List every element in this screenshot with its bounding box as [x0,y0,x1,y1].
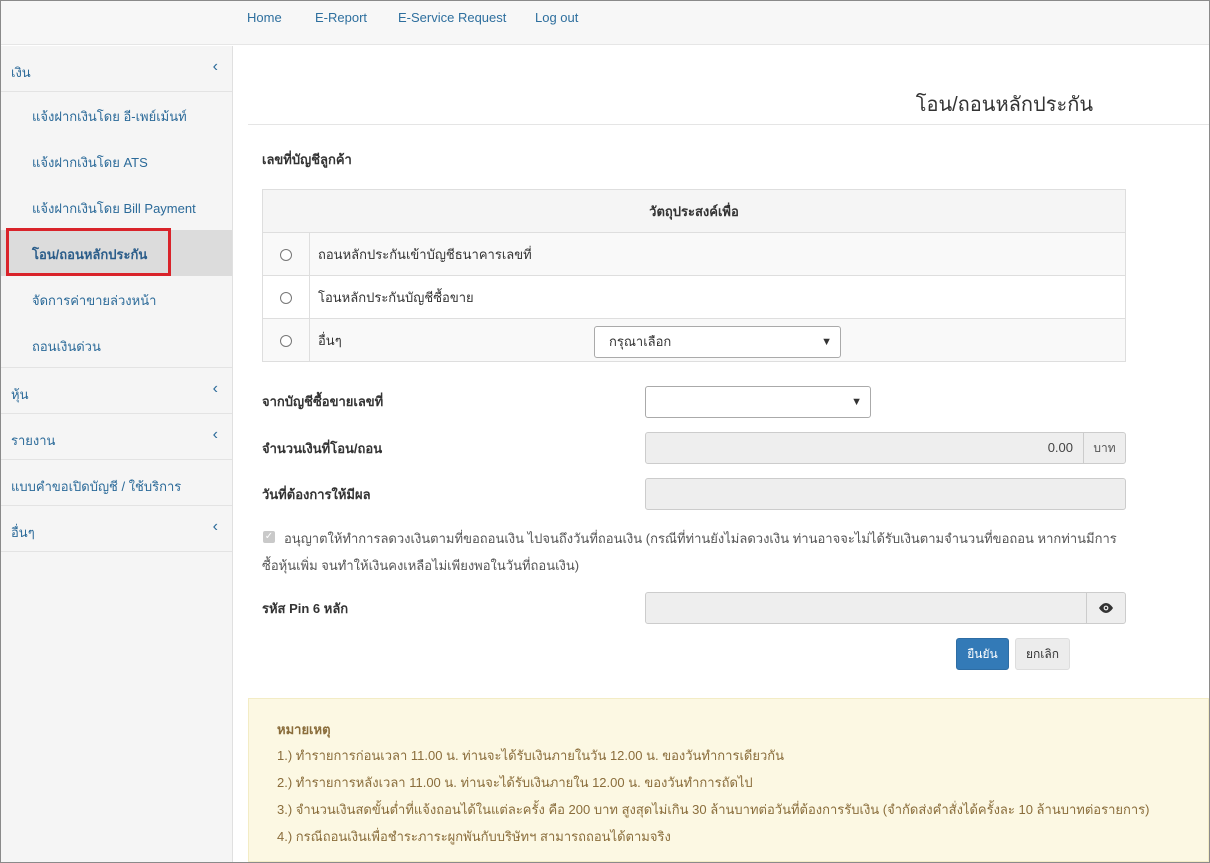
sidebar-item-advance-sale[interactable]: จัดการค่าขายล่วงหน้า [1,276,232,322]
sidebar-item-label: จัดการค่าขายล่วงหน้า [32,293,157,308]
purpose-option-label: โอนหลักประกันบัญชีซื้อขาย [309,275,1126,319]
sidebar-item-label: ถอนเงินด่วน [32,339,101,354]
sidebar-group-account-request[interactable]: แบบคำขอเปิดบัญชี / ใช้บริการ [1,460,232,506]
eye-icon[interactable] [1086,592,1126,624]
chevron-down-icon: ▼ [851,396,862,408]
sidebar-group-others[interactable]: อื่นๆ ‹ [1,506,232,552]
title-divider [248,124,1209,125]
highlight-box [6,228,171,276]
sidebar-group-money[interactable]: เงิน ‹ [1,46,232,92]
purpose-radio-transfer-account[interactable] [280,292,292,305]
purpose-table-header: วัตถุประสงค์เพื่อ [262,189,1126,233]
from-account-label: จากบัญชีซื้อขายเลขที่ [262,394,384,409]
chevron-left-icon: ‹ [212,58,218,75]
consent-text: อนุญาตให้ทำการลดวงเงินตามที่ขอถอนเงิน ไป… [262,531,1117,573]
sidebar: เงิน ‹ แจ้งฝากเงินโดย อี-เพย์เม้นท์ แจ้ง… [1,46,233,862]
sidebar-group-label: หุ้น [11,387,29,402]
note-line: 3.) จำนวนเงินสดขั้นต่ำที่แจ้งถอนได้ในแต่… [277,802,1150,817]
sidebar-group-label: แบบคำขอเปิดบัญชี / ใช้บริการ [11,479,182,494]
sidebar-group-label: อื่นๆ [11,525,35,540]
effective-date-input[interactable] [645,478,1126,510]
table-row: โอนหลักประกันบัญชีซื้อขาย [262,275,1126,319]
chevron-left-icon: ‹ [212,380,218,397]
sidebar-group-reports[interactable]: รายงาน ‹ [1,414,232,460]
from-account-select-value [660,393,718,412]
nav-e-report-link[interactable]: E-Report [315,10,367,25]
chevron-down-icon: ▼ [821,336,832,348]
sidebar-item-label: แจ้งฝากเงินโดย Bill Payment [32,201,196,216]
nav-home-link[interactable]: Home [247,10,282,25]
note-panel: หมายเหตุ 1.) ทำรายการก่อนเวลา 11.00 น. ท… [248,698,1209,862]
sidebar-item-e-payment[interactable]: แจ้งฝากเงินโดย อี-เพย์เม้นท์ [1,92,232,138]
sidebar-group-label: รายงาน [11,433,56,448]
other-purpose-select-value: กรุณาเลือก [609,334,672,349]
effective-date-label: วันที่ต้องการให้มีผล [262,487,371,502]
confirm-button[interactable]: ยืนยัน [956,638,1009,670]
pin-input[interactable] [645,592,1087,624]
customer-account-label: เลขที่บัญชีลูกค้า [262,152,352,167]
note-line: 2.) ทำรายการหลังเวลา 11.00 น. ท่านจะได้ร… [277,775,753,790]
top-navbar: Home E-Report E-Service Request Log out [0,0,1210,45]
note-title: หมายเหตุ [277,722,331,737]
nav-logout-link[interactable]: Log out [535,10,578,25]
sidebar-item-bill-payment[interactable]: แจ้งฝากเงินโดย Bill Payment [1,184,232,230]
note-line: 4.) กรณีถอนเงินเพื่อชำระภาระผูกพันกับบริ… [277,829,671,844]
table-row: ถอนหลักประกันเข้าบัญชีธนาคารเลขที่ [262,232,1126,276]
from-account-select[interactable]: ▼ [645,386,871,418]
amount-unit-addon: บาท [1083,432,1126,464]
pin-label: รหัส Pin 6 หลัก [262,601,349,616]
sidebar-item-label: แจ้งฝากเงินโดย อี-เพย์เม้นท์ [32,109,187,124]
page-title: โอน/ถอนหลักประกัน [915,94,1093,116]
sidebar-item-label: แจ้งฝากเงินโดย ATS [32,155,148,170]
chevron-left-icon: ‹ [212,518,218,535]
amount-input[interactable]: 0.00 [645,432,1084,464]
chevron-left-icon: ‹ [212,426,218,443]
sidebar-group-label: เงิน [11,65,31,80]
sidebar-group-stocks[interactable]: หุ้น ‹ [1,368,232,414]
sidebar-item-express-withdraw[interactable]: ถอนเงินด่วน [1,322,232,368]
purpose-radio-other[interactable] [280,335,292,348]
sidebar-item-ats[interactable]: แจ้งฝากเงินโดย ATS [1,138,232,184]
nav-e-service-request-link[interactable]: E-Service Request [398,10,506,25]
note-line: 1.) ทำรายการก่อนเวลา 11.00 น. ท่านจะได้ร… [277,748,785,763]
other-purpose-select[interactable]: กรุณาเลือก ▼ [594,326,841,358]
amount-label: จำนวนเงินที่โอน/ถอน [262,441,383,456]
purpose-option-label: ถอนหลักประกันเข้าบัญชีธนาคารเลขที่ [309,232,1126,276]
main-content: โอน/ถอนหลักประกัน เลขที่บัญชีลูกค้า วัตถ… [234,46,1209,862]
cancel-button[interactable]: ยกเลิก [1015,638,1070,670]
purpose-radio-bank-withdraw[interactable] [280,249,292,262]
purpose-option-label: อื่นๆ [318,332,342,348]
